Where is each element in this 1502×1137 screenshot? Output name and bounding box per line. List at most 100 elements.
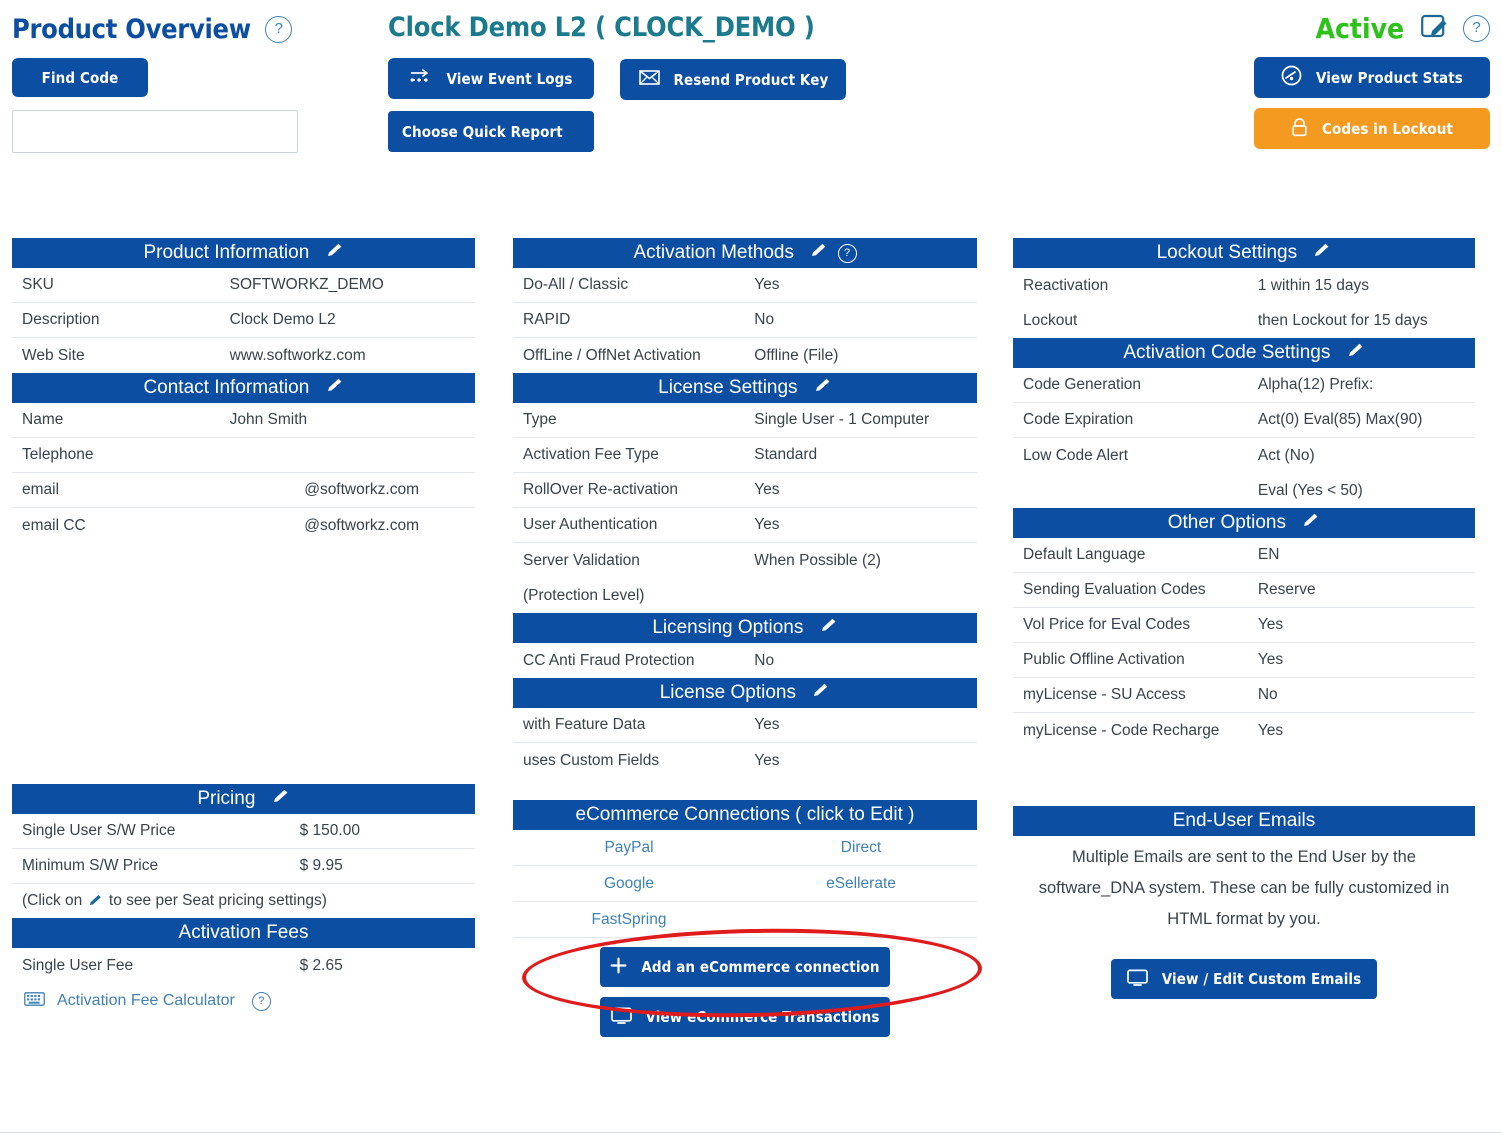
row-value: then Lockout for 15 days <box>1257 311 1428 329</box>
help-icon[interactable]: ? <box>265 16 293 43</box>
row-value: No <box>1257 686 1278 703</box>
panel-title: License Settings <box>658 377 798 398</box>
view-event-logs-label: View Event Logs <box>446 69 573 88</box>
ecommerce-link[interactable]: FastSpring <box>513 911 745 929</box>
ecommerce-link[interactable]: Direct <box>745 839 977 857</box>
row-label: Name <box>22 411 64 428</box>
panel-title: Activation Code Settings <box>1123 342 1331 363</box>
panel-header-contact-information: Contact Information <box>12 373 475 403</box>
table-row: Do-All / Classic Yes <box>513 268 977 303</box>
row-value: Single User - 1 Computer <box>754 411 930 428</box>
row-label: CC Anti Fraud Protection <box>523 651 695 669</box>
help-icon[interactable]: ? <box>837 243 857 263</box>
panel-title: Other Options <box>1167 512 1286 533</box>
envelope-icon <box>638 70 660 89</box>
help-icon[interactable]: ? <box>251 991 271 1011</box>
table-row: with Feature Data Yes <box>513 708 977 743</box>
table-row: Default Language EN <box>1013 538 1475 573</box>
panel-header-ecommerce-connections: eCommerce Connections ( click to Edit ) <box>513 800 977 830</box>
panel-header-product-information: Product Information <box>12 238 475 268</box>
resend-product-key-button[interactable]: Resend Product Key <box>620 59 847 100</box>
choose-quick-report-button[interactable]: Choose Quick Report <box>388 111 594 152</box>
help-icon[interactable]: ? <box>1463 15 1490 42</box>
pricing-rows: Single User S/W Price $ 150.00 Minimum S… <box>12 814 475 918</box>
find-code-button[interactable]: Find Code <box>12 58 148 97</box>
ecommerce-link[interactable]: eSellerate <box>745 875 977 893</box>
row-label: RollOver Re-activation <box>523 481 679 498</box>
table-row: Vol Price for Eval Codes Yes <box>1013 608 1475 643</box>
ecommerce-link[interactable]: PayPal <box>513 839 745 857</box>
table-row: (Protection Level) <box>513 578 977 613</box>
table-row: Low Code Alert Act (No) <box>1013 438 1475 473</box>
ecommerce-actions: Add an eCommerce connection View eCommer… <box>513 938 977 1037</box>
row-value: Reserve <box>1257 581 1316 598</box>
table-row: User Authentication Yes <box>513 508 977 543</box>
find-code-input[interactable] <box>12 110 298 153</box>
view-product-stats-button[interactable]: View Product Stats <box>1254 57 1490 98</box>
header-right-group: Active ? View Product Stats Codes in Loc… <box>1020 12 1490 149</box>
pencil-edit-icon[interactable] <box>813 682 830 703</box>
row-label: Do-All / Classic <box>523 276 629 293</box>
pencil-edit-icon[interactable] <box>815 377 832 398</box>
panel-title: End-User Emails <box>1172 810 1316 831</box>
pencil-edit-icon[interactable] <box>1348 342 1365 363</box>
row-label: (Protection Level) <box>523 586 645 604</box>
header-left-group: Product Overview ? Find Code <box>12 14 372 153</box>
page-header: Product Overview ? Find Code Clock Demo … <box>0 0 1502 200</box>
pencil-edit-icon[interactable] <box>1303 512 1320 533</box>
row-value: EN <box>1257 546 1280 563</box>
table-row: OffLine / OffNet Activation Offline (Fil… <box>513 338 977 373</box>
add-ecommerce-connection-button[interactable]: Add an eCommerce connection <box>600 947 890 987</box>
list-item[interactable]: Google eSellerate <box>513 866 977 902</box>
activation-fee-calculator-link[interactable]: Activation Fee Calculator ? <box>12 983 475 1019</box>
panel-title: Activation Fees <box>178 922 309 943</box>
codes-in-lockout-button[interactable]: Codes in Lockout <box>1254 108 1490 149</box>
pencil-edit-icon[interactable] <box>327 242 344 263</box>
monitor-screen-icon <box>610 1007 632 1028</box>
row-value: Yes <box>754 751 780 769</box>
row-label: Public Offline Activation <box>1023 651 1185 668</box>
arrow-log-icon <box>409 68 432 89</box>
row-value: Act(0) Eval(85) Max(90) <box>1257 411 1423 428</box>
ecommerce-link[interactable]: Google <box>513 875 745 893</box>
end-user-emails-description: Multiple Emails are sent to the End User… <box>1013 836 1475 935</box>
activation-code-settings-rows: Code Generation Alpha(12) Prefix: Code E… <box>1013 368 1475 508</box>
license-settings-rows: Type Single User - 1 Computer Activation… <box>513 403 977 613</box>
view-edit-custom-emails-button[interactable]: View / Edit Custom Emails <box>1111 959 1377 999</box>
panel-header-end-user-emails: End-User Emails <box>1013 806 1475 836</box>
view-event-logs-button[interactable]: View Event Logs <box>388 58 594 99</box>
license-options-rows: with Feature Data Yes uses Custom Fields… <box>513 708 977 778</box>
list-item[interactable]: PayPal Direct <box>513 830 977 866</box>
pencil-edit-icon[interactable] <box>273 788 290 809</box>
table-row: Web Site www.softworkz.com <box>12 338 475 373</box>
table-row: myLicense - SU Access No <box>1013 678 1475 713</box>
row-label: Telephone <box>22 446 94 463</box>
status-badge: Active <box>1315 12 1405 45</box>
list-item[interactable]: FastSpring <box>513 902 977 938</box>
pencil-edit-icon[interactable] <box>327 377 344 398</box>
view-ecommerce-transactions-button[interactable]: View eCommerce Transactions <box>600 997 890 1037</box>
status-row: Active ? <box>1020 12 1490 45</box>
row-value: Alpha(12) Prefix: <box>1257 376 1374 393</box>
pencil-edit-icon[interactable] <box>811 242 833 263</box>
row-value: $ 150.00 <box>299 822 360 839</box>
activation-fee-calculator-label: Activation Fee Calculator <box>57 992 235 1009</box>
table-row: Telephone <box>12 438 475 473</box>
panel-title: Lockout Settings <box>1156 242 1298 263</box>
codes-in-lockout-label: Codes in Lockout <box>1321 119 1454 138</box>
other-options-rows: Default Language EN Sending Evaluation C… <box>1013 538 1475 748</box>
edit-square-pencil-icon[interactable] <box>1420 13 1449 44</box>
row-value: Offline (File) <box>754 346 839 364</box>
row-label: Activation Fee Type <box>523 446 659 463</box>
table-row: myLicense - Code Recharge Yes <box>1013 713 1475 748</box>
panel-title: Contact Information <box>143 377 310 398</box>
add-ecommerce-connection-label: Add an eCommerce connection <box>641 958 880 976</box>
pencil-edit-icon[interactable] <box>821 617 838 638</box>
row-label: Description <box>22 311 100 328</box>
row-value: Clock Demo L2 <box>229 311 336 328</box>
table-row: Public Offline Activation Yes <box>1013 643 1475 678</box>
pencil-edit-icon[interactable] <box>1314 242 1331 263</box>
panel-header-license-options: License Options <box>513 678 977 708</box>
